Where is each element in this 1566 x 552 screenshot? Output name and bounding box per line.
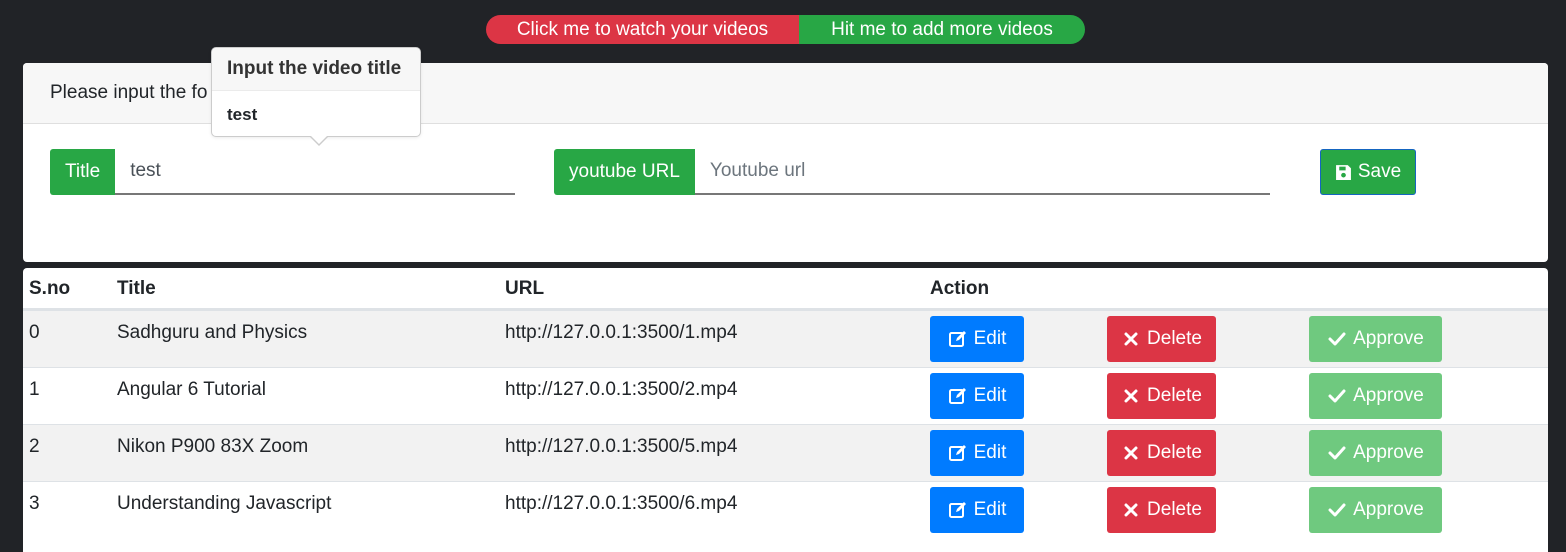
header-action: Action: [930, 278, 990, 299]
popover-title: Input the video title: [212, 48, 420, 91]
save-label: Save: [1357, 161, 1402, 182]
cell-sno: 3: [29, 493, 40, 514]
title-popover: Input the video title test: [211, 47, 421, 146]
cell-title: Understanding Javascript: [117, 493, 332, 514]
close-icon: [1124, 332, 1138, 346]
video-form-card: Please input the fo Title youtube URL Sa…: [23, 47, 1548, 262]
cell-title: Sadhguru and Physics: [117, 322, 308, 343]
edit-label: Edit: [973, 385, 1007, 406]
title-label: Title: [50, 149, 116, 195]
watch-videos-button[interactable]: Click me to watch your videos: [486, 15, 799, 44]
edit-icon: [948, 388, 966, 404]
top-nav: Click me to watch your videos Hit me to …: [486, 15, 1085, 44]
delete-label: Delete: [1147, 385, 1202, 406]
delete-label: Delete: [1147, 499, 1202, 520]
cell-url: http://127.0.0.1:3500/6.mp4: [505, 493, 738, 514]
approve-label: Approve: [1353, 385, 1424, 406]
edit-icon: [948, 445, 966, 461]
edit-label: Edit: [973, 328, 1007, 349]
header-url: URL: [505, 278, 545, 299]
table-row: 3 Understanding Javascript http://127.0.…: [23, 481, 1548, 538]
table-row: 2 Nikon P900 83X Zoom http://127.0.0.1:3…: [23, 424, 1548, 481]
edit-icon: [948, 502, 966, 518]
close-icon: [1124, 503, 1138, 517]
popover-arrow: [309, 135, 329, 146]
delete-button[interactable]: Delete: [1107, 430, 1216, 476]
delete-label: Delete: [1147, 442, 1202, 463]
cell-url: http://127.0.0.1:3500/2.mp4: [505, 379, 738, 400]
edit-label: Edit: [973, 442, 1007, 463]
title-input[interactable]: [115, 149, 515, 195]
add-videos-button[interactable]: Hit me to add more videos: [799, 15, 1085, 44]
approve-button[interactable]: Approve: [1309, 487, 1442, 533]
url-input-group: youtube URL: [554, 149, 1270, 195]
table-row: 0 Sadhguru and Physics http://127.0.0.1:…: [23, 310, 1548, 367]
check-icon: [1328, 503, 1346, 517]
edit-button[interactable]: Edit: [930, 316, 1024, 362]
title-input-group: Title: [50, 149, 515, 195]
check-icon: [1328, 389, 1346, 403]
delete-label: Delete: [1147, 328, 1202, 349]
approve-button[interactable]: Approve: [1309, 316, 1442, 362]
delete-button[interactable]: Delete: [1107, 487, 1216, 533]
delete-button[interactable]: Delete: [1107, 373, 1216, 419]
approve-label: Approve: [1353, 499, 1424, 520]
cell-sno: 1: [29, 379, 40, 400]
floppy-disk-icon: [1335, 164, 1351, 180]
edit-button[interactable]: Edit: [930, 430, 1024, 476]
cell-sno: 2: [29, 436, 40, 457]
approve-button[interactable]: Approve: [1309, 373, 1442, 419]
url-label: youtube URL: [554, 149, 695, 195]
edit-button[interactable]: Edit: [930, 487, 1024, 533]
edit-button[interactable]: Edit: [930, 373, 1024, 419]
form-instructions: Please input the fo: [50, 82, 208, 103]
approve-label: Approve: [1353, 328, 1424, 349]
close-icon: [1124, 446, 1138, 460]
videos-table: S.no Title URL Action 0 Sadhguru and Phy…: [23, 268, 1548, 552]
header-sno: S.no: [29, 278, 71, 299]
cell-title: Angular 6 Tutorial: [117, 379, 266, 400]
check-icon: [1328, 446, 1346, 460]
save-button[interactable]: Save: [1320, 149, 1416, 195]
edit-icon: [948, 331, 966, 347]
delete-button[interactable]: Delete: [1107, 316, 1216, 362]
check-icon: [1328, 332, 1346, 346]
edit-label: Edit: [973, 499, 1007, 520]
cell-url: http://127.0.0.1:3500/5.mp4: [505, 436, 738, 457]
cell-title: Nikon P900 83X Zoom: [117, 436, 309, 457]
url-input[interactable]: [694, 149, 1270, 195]
popover-body: test: [227, 105, 258, 124]
close-icon: [1124, 389, 1138, 403]
cell-sno: 0: [29, 322, 40, 343]
table-row: 1 Angular 6 Tutorial http://127.0.0.1:35…: [23, 367, 1548, 424]
approve-button[interactable]: Approve: [1309, 430, 1442, 476]
cell-url: http://127.0.0.1:3500/1.mp4: [505, 322, 738, 343]
header-title: Title: [117, 278, 156, 299]
approve-label: Approve: [1353, 442, 1424, 463]
table-header: S.no Title URL Action: [23, 268, 1548, 310]
